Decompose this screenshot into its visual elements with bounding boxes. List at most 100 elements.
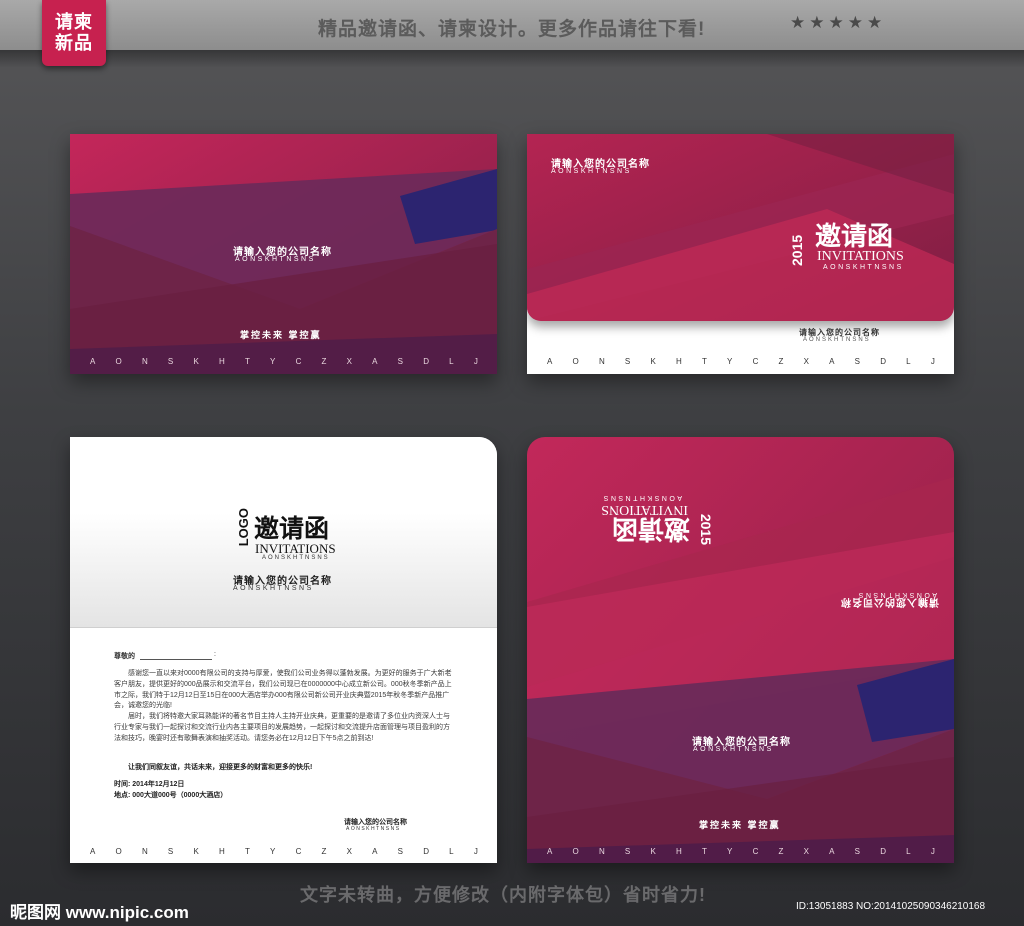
letter-2: N — [141, 847, 148, 856]
letter-4: K — [193, 847, 199, 856]
open-company-en-flipped: AONSKHTNSNS — [856, 591, 937, 598]
letter-5: H — [675, 357, 682, 366]
letter-13: D — [423, 847, 429, 856]
letter-10: X — [803, 357, 809, 366]
banner-shadow — [0, 50, 1024, 68]
letter-8: C — [295, 847, 302, 856]
open-company-flipped: 请输入您的公司名称 — [840, 596, 939, 607]
letter-6: T — [701, 357, 707, 366]
letter-6: T — [244, 357, 250, 366]
open-company-en: AONSKHTNSNS — [693, 746, 774, 753]
back-letter-row: AONSKHTYCZXASDLJ — [547, 357, 935, 366]
letter-15: J — [473, 357, 478, 366]
letter-7: Y — [727, 357, 733, 366]
open-title-sub: AONSKHTNSNS — [601, 494, 682, 501]
letter-10: X — [803, 847, 809, 856]
letter-5: H — [218, 357, 225, 366]
letter-4: K — [650, 847, 656, 856]
letter-11: A — [829, 847, 835, 856]
letter-3: S — [167, 847, 174, 856]
fold-line — [70, 627, 497, 628]
flipped-company-block: 请输入您的公司名称 AONSKHTNSNS — [827, 581, 939, 611]
closing-line: 让我们同叙友谊，共话未来，迎接更多的财富和更多的快乐! — [128, 764, 313, 771]
letter-11: A — [372, 847, 378, 856]
letter-13: D — [880, 847, 886, 856]
letter-1: O — [572, 357, 579, 366]
letter-2: N — [598, 357, 605, 366]
letter-10: X — [346, 847, 352, 856]
greeting-colon: : — [214, 651, 216, 658]
back-company-en: AONSKHTNSNS — [551, 168, 632, 175]
inside-letter-row: AONSKHTYCZXASDLJ — [90, 847, 478, 856]
greeting-underline — [140, 659, 212, 660]
back-footer-company-en: AONSKHTNSNS — [803, 337, 871, 343]
letter-8: C — [752, 357, 759, 366]
event-place: 地点: 000大道000号（0000大酒店） — [114, 792, 228, 799]
letter-1: O — [115, 357, 122, 366]
letter-7: Y — [270, 847, 276, 856]
invitation-inside-card: LOGO 邀请函 INVITATIONS AONSKHTNSNS 请输入您的公司… — [70, 437, 497, 863]
letter-11: A — [372, 357, 378, 366]
letter-9: Z — [321, 357, 327, 366]
letter-9: Z — [321, 847, 327, 856]
new-product-badge: 请柬 新品 — [42, 0, 106, 66]
rating-stars: ★★★★★ — [790, 13, 887, 32]
letter-6: T — [244, 847, 250, 856]
letter-3: S — [624, 357, 631, 366]
badge-line-2: 新品 — [55, 33, 93, 53]
letter-8: C — [295, 357, 302, 366]
letter-12: S — [854, 357, 861, 366]
letter-14: L — [906, 357, 911, 366]
letter-10: X — [346, 357, 352, 366]
letter-15: J — [930, 357, 935, 366]
banner-headline: 精品邀请函、请柬设计。更多作品请往下看! — [318, 19, 706, 40]
letter-2: N — [141, 357, 148, 366]
letter-8: C — [752, 847, 759, 856]
back-year: 2015 — [789, 234, 805, 266]
letter-11: A — [829, 357, 835, 366]
back-title-en: INVITATIONS — [817, 249, 904, 264]
letter-12: S — [397, 357, 404, 366]
invitation-body: 感谢您一直以来对0000有限公司的支持与厚爱，使我们公司业务得以蓬勃发展。为更好… — [114, 669, 456, 745]
badge-line-1: 请柬 — [55, 12, 93, 32]
inside-company-en: AONSKHTNSNS — [233, 585, 314, 592]
letter-6: T — [701, 847, 707, 856]
letter-14: L — [449, 357, 454, 366]
letter-1: O — [572, 847, 579, 856]
letter-9: Z — [778, 847, 784, 856]
letter-2: N — [598, 847, 605, 856]
inside-title-zh: 邀请函 — [254, 514, 330, 543]
body-paragraph-2: 届时，我们将特邀大家耳熟能详的著名节目主持人主持开业庆典，更重要的是邀请了多位业… — [114, 713, 450, 742]
letter-12: S — [397, 847, 404, 856]
invitation-front-card: 请输入您的公司名称 AONSKHTNSNS 掌控未来 掌控赢 AONSKHTYC… — [70, 134, 497, 374]
letter-14: L — [906, 847, 911, 856]
front-letter-row: AONSKHTYCZXASDLJ — [90, 357, 478, 366]
greeting-label: 尊敬的 — [114, 653, 135, 660]
inside-logo: LOGO — [236, 508, 251, 547]
open-slogan: 掌控未来 掌控赢 — [699, 820, 781, 830]
letter-9: Z — [778, 357, 784, 366]
letter-0: A — [90, 357, 96, 366]
back-title-sub: AONSKHTNSNS — [823, 264, 904, 271]
letter-3: S — [167, 357, 174, 366]
letter-13: D — [880, 357, 886, 366]
letter-15: J — [473, 847, 478, 856]
letter-13: D — [423, 357, 429, 366]
front-company-en: AONSKHTNSNS — [235, 256, 316, 263]
open-title-zh: 邀请函 — [611, 513, 690, 543]
letter-14: L — [449, 847, 454, 856]
body-paragraph-1: 感谢您一直以来对0000有限公司的支持与厚爱，使我们公司业务得以蓬勃发展。为更好… — [114, 670, 452, 710]
letter-4: K — [193, 357, 199, 366]
letter-3: S — [624, 847, 631, 856]
open-letter-row: AONSKHTYCZXASDLJ — [547, 847, 935, 856]
image-id-line: ID:13051883 NO:20141025090346210168 — [796, 901, 986, 912]
back-title-zh: 邀请函 — [815, 222, 894, 252]
letter-4: K — [650, 357, 656, 366]
letter-0: A — [547, 357, 553, 366]
open-year: 2015 — [698, 513, 714, 545]
inside-title-sub: AONSKHTNSNS — [262, 555, 330, 561]
signature-company-en: AONSKHTNSNS — [346, 826, 401, 832]
open-title-en: INVITATIONS — [601, 502, 688, 517]
letter-5: H — [675, 847, 682, 856]
letter-15: J — [930, 847, 935, 856]
